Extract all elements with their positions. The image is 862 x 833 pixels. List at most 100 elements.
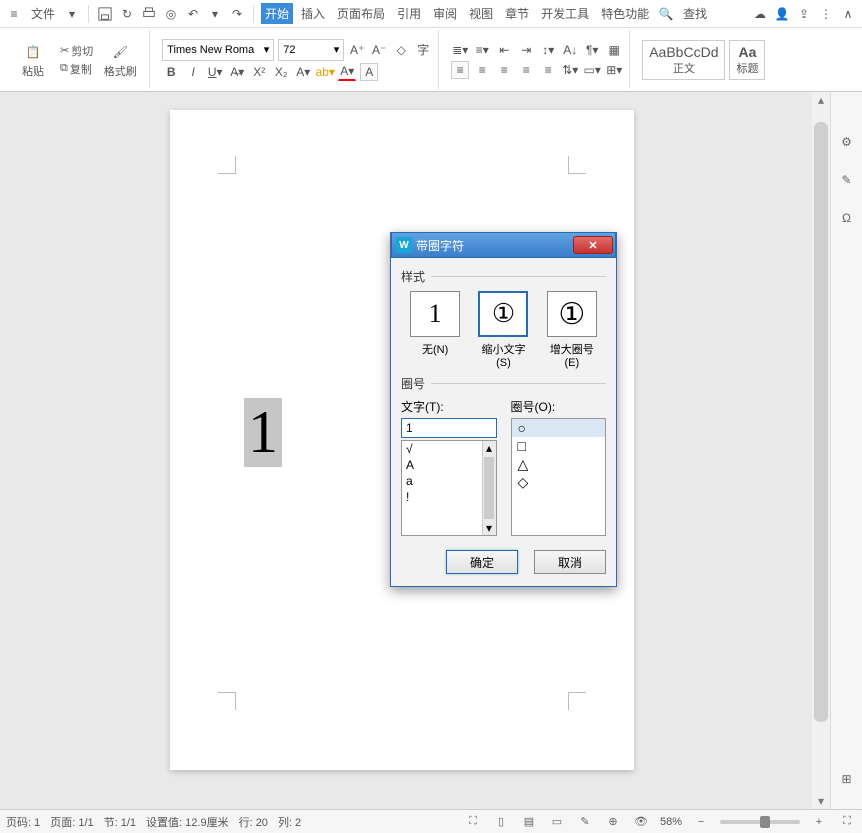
search-icon[interactable]: 🔍 bbox=[656, 4, 676, 24]
preview-icon[interactable]: ◎ bbox=[161, 4, 181, 24]
globe-icon[interactable]: ⊕ bbox=[604, 813, 622, 831]
bold-icon[interactable]: B bbox=[162, 63, 180, 81]
view-outline-icon[interactable]: ▯ bbox=[492, 813, 510, 831]
redo-icon[interactable]: ↷ bbox=[227, 4, 247, 24]
text-listbox[interactable]: √ A a ! ▴▾ bbox=[401, 440, 497, 536]
clear-format-icon[interactable]: ◇ bbox=[392, 41, 410, 59]
align-justify-icon[interactable]: ≡ bbox=[517, 61, 535, 79]
style-enlarge[interactable]: ① 增大圈号(E) bbox=[544, 291, 600, 369]
style-normal[interactable]: AaBbCcDd 正文 bbox=[642, 40, 725, 80]
dialog-titlebar[interactable]: W 带圈字符 ✕ bbox=[391, 232, 616, 258]
align-center-icon[interactable]: ≡ bbox=[473, 61, 491, 79]
zoom-knob[interactable] bbox=[760, 816, 770, 828]
indent-icon[interactable]: ⇥ bbox=[517, 41, 535, 59]
save2-icon[interactable]: ↻ bbox=[117, 4, 137, 24]
vertical-scrollbar[interactable]: ▴ ▾ bbox=[812, 92, 830, 809]
tab-special[interactable]: 特色功能 bbox=[597, 3, 653, 24]
track-icon[interactable]: ✎ bbox=[576, 813, 594, 831]
share-icon[interactable]: ⇪ bbox=[794, 4, 814, 24]
shrink-font-icon[interactable]: A⁻ bbox=[370, 41, 388, 59]
zoom-in-icon[interactable]: + bbox=[810, 813, 828, 831]
numbering-icon[interactable]: ≡▾ bbox=[473, 41, 491, 59]
close-button[interactable]: ✕ bbox=[573, 236, 613, 254]
shape-square[interactable]: □ bbox=[512, 437, 606, 455]
search-label[interactable]: 查找 bbox=[679, 3, 711, 24]
status-section[interactable]: 节: 1/1 bbox=[104, 814, 136, 830]
settings-panel-icon[interactable]: ⚙ bbox=[837, 132, 857, 152]
char-shade-icon[interactable]: A bbox=[360, 63, 378, 81]
file-menu[interactable]: 文件 bbox=[27, 3, 59, 24]
status-indent[interactable]: 设置值: 12.9厘米 bbox=[146, 814, 229, 830]
ok-button[interactable]: 确定 bbox=[446, 550, 518, 574]
sup-icon[interactable]: X² bbox=[250, 63, 268, 81]
tab-review[interactable]: 审阅 bbox=[429, 3, 461, 24]
tab-reference[interactable]: 引用 bbox=[393, 3, 425, 24]
fullscreen-icon[interactable]: ⛶ bbox=[464, 813, 482, 831]
tab-view[interactable]: 视图 bbox=[465, 3, 497, 24]
cut-button[interactable]: ✂剪切 bbox=[60, 43, 93, 59]
sub-icon[interactable]: X₂ bbox=[272, 63, 290, 81]
highlight-icon[interactable]: ab▾ bbox=[316, 63, 334, 81]
menu-icon[interactable]: ≡ bbox=[4, 4, 24, 24]
pencil-panel-icon[interactable]: ✎ bbox=[837, 170, 857, 190]
style-heading[interactable]: Aa 标题 bbox=[729, 40, 765, 80]
shape-diamond[interactable]: ◇ bbox=[512, 473, 606, 491]
copy-button[interactable]: ⧉复制 bbox=[60, 61, 93, 77]
text-input[interactable] bbox=[401, 418, 497, 438]
status-col[interactable]: 列: 2 bbox=[278, 814, 301, 830]
caps-icon[interactable]: A▾ bbox=[294, 63, 312, 81]
tab-chapter[interactable]: 章节 bbox=[501, 3, 533, 24]
outdent-icon[interactable]: ⇤ bbox=[495, 41, 513, 59]
zoom-slider[interactable] bbox=[720, 820, 800, 824]
style-shrink[interactable]: ① 缩小文字(S) bbox=[475, 291, 531, 369]
font-name-select[interactable]: Times New Roma▾ bbox=[162, 39, 274, 61]
sort-icon[interactable]: A↓ bbox=[561, 41, 579, 59]
user-icon[interactable]: 👤 bbox=[772, 4, 792, 24]
save-icon[interactable] bbox=[95, 4, 115, 24]
fit-icon[interactable]: ⛶ bbox=[838, 813, 856, 831]
align-left-icon[interactable]: ≡ bbox=[451, 61, 469, 79]
borders-icon[interactable]: ⊞▾ bbox=[605, 61, 623, 79]
cloud-icon[interactable]: ☁ bbox=[750, 4, 770, 24]
font-size-select[interactable]: 72▾ bbox=[278, 39, 344, 61]
font-color-icon[interactable]: A▾ bbox=[338, 63, 356, 81]
cancel-button[interactable]: 取消 bbox=[534, 550, 606, 574]
format-painter-button[interactable]: 🖌 格式刷 bbox=[97, 41, 143, 79]
shading-icon[interactable]: ▭▾ bbox=[583, 61, 601, 79]
grow-font-icon[interactable]: A⁺ bbox=[348, 41, 366, 59]
align-right-icon[interactable]: ≡ bbox=[495, 61, 513, 79]
scroll-up-icon[interactable]: ▴ bbox=[812, 92, 830, 108]
para-icon[interactable]: ¶▾ bbox=[583, 41, 601, 59]
status-page-total[interactable]: 页面: 1/1 bbox=[50, 814, 93, 830]
linespace-icon[interactable]: ↕▾ bbox=[539, 41, 557, 59]
grid-panel-icon[interactable]: ⊞ bbox=[837, 769, 857, 789]
eye-icon[interactable]: 👁 bbox=[632, 813, 650, 831]
shape-listbox[interactable]: ○ □ △ ◇ bbox=[511, 418, 607, 536]
scroll-thumb[interactable] bbox=[814, 122, 828, 722]
selected-text[interactable]: 1 bbox=[244, 398, 282, 467]
undo-dropdown-icon[interactable]: ▾ bbox=[205, 4, 225, 24]
style-none[interactable]: 1 无(N) bbox=[407, 291, 463, 369]
status-row[interactable]: 行: 20 bbox=[239, 814, 268, 830]
view-print-icon[interactable]: ▤ bbox=[520, 813, 538, 831]
scroll-down-icon[interactable]: ▾ bbox=[812, 793, 830, 809]
more-icon[interactable]: ⋮ bbox=[816, 4, 836, 24]
underline-icon[interactable]: U▾ bbox=[206, 63, 224, 81]
tab-insert[interactable]: 插入 bbox=[297, 3, 329, 24]
strike-icon[interactable]: A̶▾ bbox=[228, 63, 246, 81]
tab-pagelayout[interactable]: 页面布局 bbox=[333, 3, 389, 24]
status-page-num[interactable]: 页码: 1 bbox=[6, 814, 40, 830]
shape-triangle[interactable]: △ bbox=[512, 455, 606, 473]
enclosed-char-icon[interactable]: 字 bbox=[414, 41, 432, 59]
print-icon[interactable] bbox=[139, 4, 159, 24]
bullets-icon[interactable]: ≣▾ bbox=[451, 41, 469, 59]
undo-icon[interactable]: ↶ bbox=[183, 4, 203, 24]
line-spacing-icon[interactable]: ⇅▾ bbox=[561, 61, 579, 79]
view-web-icon[interactable]: ▭ bbox=[548, 813, 566, 831]
collapse-icon[interactable]: ∧ bbox=[838, 4, 858, 24]
table-icon[interactable]: ▦ bbox=[605, 41, 623, 59]
distribute-icon[interactable]: ≡ bbox=[539, 61, 557, 79]
shape-circle[interactable]: ○ bbox=[512, 419, 606, 437]
paste-button[interactable]: 📋 粘贴 bbox=[10, 41, 56, 79]
italic-icon[interactable]: I bbox=[184, 63, 202, 81]
